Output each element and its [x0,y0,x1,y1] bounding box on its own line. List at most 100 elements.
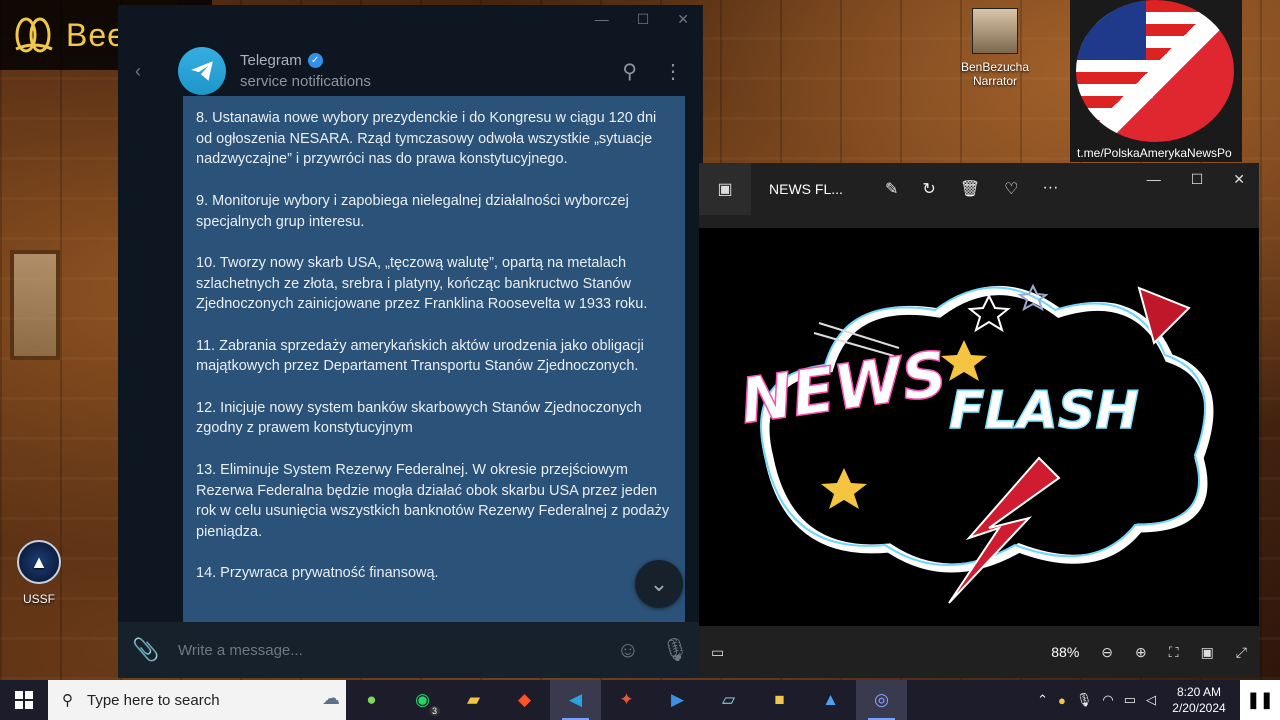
folder-icon: ▰ [466,690,481,709]
photos-titlebar: ▣ NEWS FL... ✎ ↻ 🗑 ♡ ··· — ☐ ✕ [699,163,1259,215]
favorite-heart-icon[interactable]: ♡ [1004,179,1018,199]
more-vertical-icon[interactable]: ⋮ [663,59,683,84]
channel-avatar-overlay: t.me/PolskaAmerykaNewsPo [1070,0,1242,162]
search-placeholder: Type here to search [87,691,220,709]
taskbar-clock[interactable]: 8:20 AM 2/20/2024 [1166,684,1232,716]
wallpaper-window [10,250,60,360]
message-composer: 📎 Write a message... ☺ 🎙 [118,622,703,678]
brave-icon: ◆ [517,690,532,709]
delete-icon[interactable]: 🗑 [960,179,980,199]
back-arrow-icon[interactable]: ‹ [118,61,158,82]
filmstrip-icon[interactable]: ▭ [711,644,731,661]
message-input[interactable]: Write a message... [178,642,595,659]
speaker-icon[interactable]: ◁ [1146,692,1156,708]
message-paragraph: 14. Przywraca prywatność finansową. [196,565,439,582]
narrator-name: BenBezucha [960,60,1030,74]
zoom-level: 88% [1051,644,1080,660]
taskbar-app-cloud[interactable]: ● [346,680,397,720]
taskbar-app-video[interactable]: ▶ [652,680,703,720]
video-player-icon: ▶ [670,690,685,709]
narrator-photo [972,8,1018,54]
telegram-icon: ◀ [568,690,583,709]
photo-file-title: NEWS FL... [769,181,843,197]
taskbar-app-brave[interactable]: ◆ [499,680,550,720]
system-tray: ⌃ ● 🎙 ◠ ▭ ◁ 8:20 AM 2/20/2024 [1037,684,1240,716]
channel-url: t.me/PolskaAmerykaNewsPo [1077,146,1232,160]
news-flash-graphic: NEWS FLASH [735,283,1214,604]
news-text: NEWS [736,337,951,438]
clock-date: 2/20/2024 [1172,701,1226,715]
fullscreen-icon[interactable]: ⤢ [1236,644,1247,661]
cloud-app-icon: ● [366,690,377,709]
tray-app-icon[interactable]: ● [1058,693,1066,708]
taskbar-app-whatsapp[interactable]: ◉ 3 [397,680,448,720]
search-highlight-icon: ☁ [322,688,340,708]
minimize-icon[interactable]: — [595,11,609,27]
taskbar-app-telegram[interactable]: ◀ [550,680,601,720]
photos-bottombar: ▭ 88% ⊖ ⊕ ⛶ ▣ ⤢ [699,626,1259,678]
taskbar-app-chrome[interactable]: ◎ [856,680,907,720]
close-icon[interactable]: ✕ [677,11,689,28]
chat-title-block[interactable]: Telegram ✓ service notifications [240,52,371,90]
emoji-icon[interactable]: ☺ [617,637,639,663]
chevron-up-icon[interactable]: ⌃ [1037,692,1048,708]
fit-to-window-icon[interactable]: ⛶ [1169,644,1179,661]
verified-badge-icon: ✓ [307,53,323,68]
pause-recording-icon[interactable]: ❚❚ [1240,680,1280,720]
clock-time: 8:20 AM [1176,685,1222,699]
taskbar-app-explorer[interactable]: ▰ [448,680,499,720]
app-tool-icon: ✦ [619,690,634,709]
chat-header: ‹ Telegram ✓ service notifications ⚲ ⋮ [118,45,703,97]
taskbar-app-photos[interactable]: ▲ [805,680,856,720]
maximize-icon[interactable]: ☐ [637,11,650,28]
photos-app-icon[interactable]: ▣ [699,163,751,215]
message-bubble: 8. Ustanawia nowe wybory prezydenckie i … [183,96,685,622]
taskbar-search[interactable]: ⚲ Type here to search ☁ [48,680,346,720]
search-icon: ⚲ [62,692,73,709]
close-icon[interactable]: ✕ [1233,171,1245,188]
display-icon[interactable]: ▭ [1124,692,1136,708]
attach-icon[interactable]: 📎 [132,637,166,663]
edit-image-icon[interactable]: ✎ [885,179,898,199]
taskbar-app-beecut[interactable]: ■ [754,680,805,720]
wifi-icon[interactable]: ◠ [1102,692,1113,708]
chrome-icon: ◎ [874,690,889,709]
scroll-down-button[interactable]: ⌄ [635,560,683,608]
flash-text: FLASH [949,381,1139,441]
message-paragraph: 12. Inicjuje nowy system banków skarbowy… [196,399,642,437]
narrator-role: Narrator [972,74,1017,88]
microphone-icon[interactable]: 🎙 [1076,692,1093,708]
telegram-titlebar: — ☐ ✕ [118,5,703,33]
maximize-icon[interactable]: ☐ [1191,171,1204,188]
photos-app-icon: ▲ [822,690,839,709]
chat-status: service notifications [240,73,371,90]
message-paragraph: 10. Tworzy nowy skarb USA, „tęczową walu… [196,254,648,313]
start-button[interactable] [0,680,48,720]
taskbar-app-notes[interactable]: ▱ [703,680,754,720]
zoom-in-icon[interactable]: ⊕ [1135,644,1147,661]
desktop-icon-ussf[interactable]: ▲ USSF [14,540,64,606]
paper-plane-icon [191,61,213,81]
photos-window: ▣ NEWS FL... ✎ ↻ 🗑 ♡ ··· — ☐ ✕ NEWS FLAS… [699,163,1259,678]
zoom-out-icon[interactable]: ⊖ [1101,644,1113,661]
whatsapp-icon: ◉ [415,690,430,709]
flag-canton [1076,0,1146,60]
telegram-avatar[interactable] [178,47,226,95]
message-paragraph: 9. Monitoruje wybory i zapobiega nielega… [196,192,629,230]
ussf-label: USSF [22,592,55,606]
telegram-window: — ☐ ✕ ‹ Telegram ✓ service notifications… [118,5,703,678]
us-poland-flag-icon [1076,0,1234,142]
actual-size-icon[interactable]: ▣ [1201,644,1214,661]
rotate-icon[interactable]: ↻ [922,179,935,199]
minimize-icon[interactable]: — [1147,171,1161,188]
message-paragraph: 13. Eliminuje System Rezerwy Federalnej.… [196,461,670,540]
taskbar-app-tool[interactable]: ✦ [601,680,652,720]
notes-icon: ▱ [721,690,736,709]
chevron-down-icon: ⌄ [649,571,669,596]
chat-name: Telegram [240,52,302,69]
more-options-icon[interactable]: ··· [1042,179,1058,199]
bee-logo-icon [15,17,53,53]
ussf-emblem-icon: ▲ [17,540,61,584]
search-icon[interactable]: ⚲ [622,59,637,84]
microphone-icon[interactable]: 🎙 [661,637,689,663]
